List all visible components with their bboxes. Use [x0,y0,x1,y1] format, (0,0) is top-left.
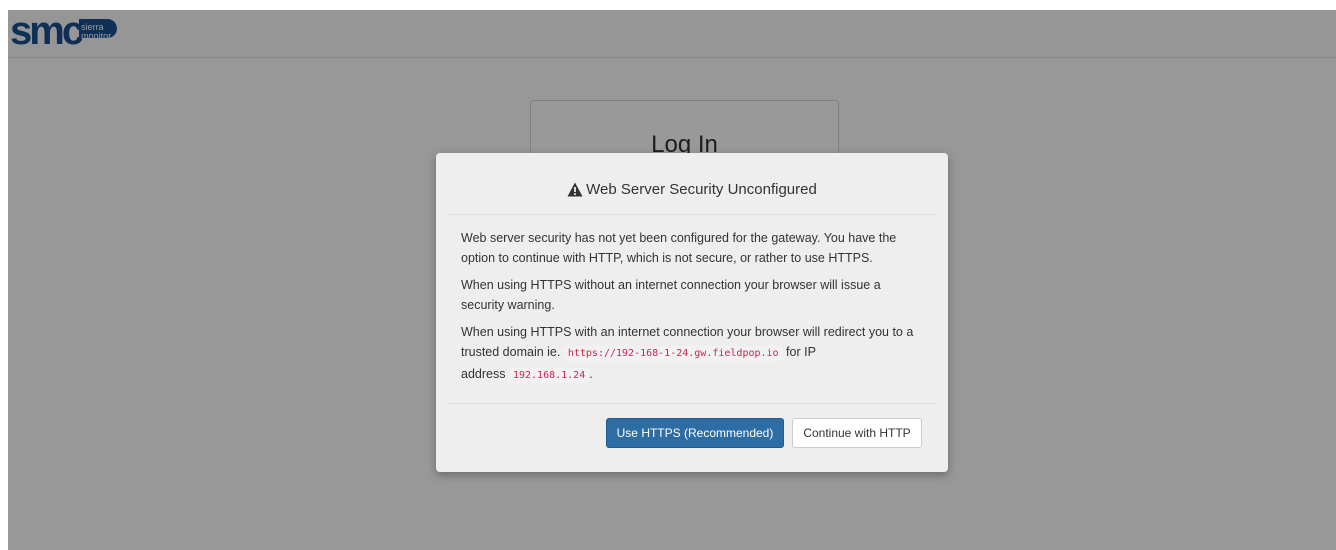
example-ip: 192.168.1.24 [508,368,590,383]
warning-triangle-icon [567,182,583,197]
security-modal: Web Server Security Unconfigured Web ser… [436,153,948,472]
modal-body: Web server security has not yet been con… [461,228,924,393]
example-url: https://192-168-1-24.gw.fieldpop.io [563,346,783,361]
use-https-button[interactable]: Use HTTPS (Recommended) [606,418,784,448]
modal-title: Web Server Security Unconfigured [567,181,817,198]
page: smc sierra monitor Log In Web Server Sec… [8,10,1336,550]
modal-title-text: Web Server Security Unconfigured [586,181,817,198]
modal-paragraph-2: When using HTTPS without an internet con… [461,278,881,312]
modal-paragraph-3: When using HTTPS with an internet connec… [461,322,924,386]
paragraph-3-suffix: . [589,367,593,381]
continue-http-button[interactable]: Continue with HTTP [792,418,922,448]
modal-header: Web Server Security Unconfigured [448,153,936,215]
modal-paragraph-1: Web server security has not yet been con… [461,231,897,265]
modal-footer: Use HTTPS (Recommended) Continue with HT… [448,403,936,473]
